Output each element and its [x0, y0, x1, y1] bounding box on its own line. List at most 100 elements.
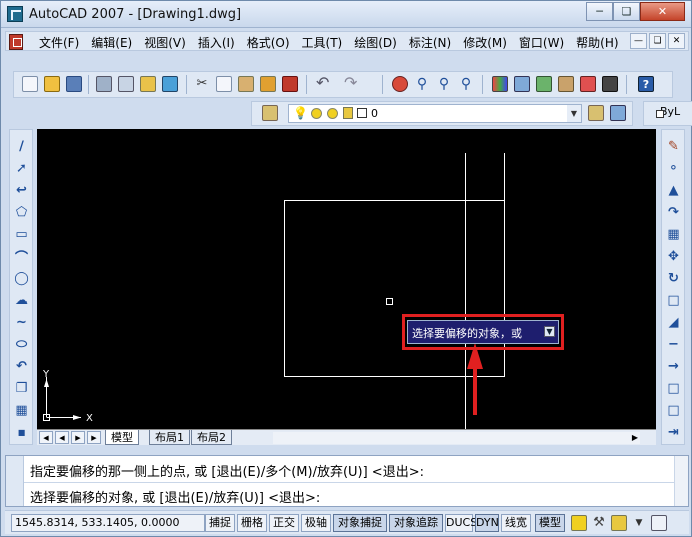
menu-format[interactable]: 格式(O)	[247, 34, 290, 51]
publish-icon[interactable]	[140, 76, 156, 92]
print-icon[interactable]	[96, 76, 112, 92]
ellipse-arc-icon[interactable]: ↶	[13, 358, 30, 375]
redo-icon[interactable]: ↷	[344, 75, 360, 91]
color-dropdown[interactable]: ByL	[654, 105, 680, 118]
menu-insert[interactable]: 插入(I)	[198, 34, 235, 51]
command-prompt-line[interactable]: 选择要偏移的对象, 或 [退出(E)/放弃(U)] <退出>:	[30, 487, 320, 506]
make-block-icon[interactable]: ▦	[13, 402, 30, 419]
grid-toggle[interactable]: 栅格	[237, 514, 267, 532]
menu-modify[interactable]: 修改(M)	[463, 34, 507, 51]
save-icon[interactable]	[66, 76, 82, 92]
design-center-icon[interactable]	[514, 76, 530, 92]
extend-icon[interactable]: →	[665, 358, 682, 375]
properties-icon[interactable]	[492, 76, 508, 92]
model-toggle[interactable]: 模型	[535, 514, 565, 532]
minimize-button[interactable]: ─	[586, 2, 613, 21]
undo-icon[interactable]: ↶	[316, 75, 332, 91]
next-tab-icon[interactable]: ▶	[71, 431, 85, 444]
move-icon[interactable]: ✥	[665, 248, 682, 265]
menu-edit[interactable]: 编辑(E)	[91, 34, 132, 51]
restore-button[interactable]: ❏	[613, 2, 640, 21]
layer-dropdown[interactable]: 💡 0 ▼	[288, 104, 582, 123]
menu-tools[interactable]: 工具(T)	[302, 34, 343, 51]
point-icon[interactable]: ■	[13, 424, 30, 441]
dyn-toggle[interactable]: DYN	[475, 514, 499, 532]
last-tab-icon[interactable]: ▶	[87, 431, 101, 444]
settings-wrench-icon[interactable]: ⚒	[591, 515, 607, 531]
paste-icon[interactable]	[238, 76, 254, 92]
print-preview-icon[interactable]	[118, 76, 134, 92]
tab-layout2[interactable]: 布局2	[191, 430, 232, 445]
copy-object-icon[interactable]: ⚬	[665, 160, 682, 177]
communication-center-icon[interactable]	[571, 515, 587, 531]
otrack-toggle[interactable]: 对象追踪	[389, 514, 443, 532]
calculator-icon[interactable]	[602, 76, 618, 92]
array-icon[interactable]: ▦	[665, 226, 682, 243]
trim-icon[interactable]: −	[665, 336, 682, 353]
scroll-right-icon[interactable]: ▶	[632, 433, 638, 442]
menu-file[interactable]: 文件(F)	[39, 34, 79, 51]
command-window-grip[interactable]	[6, 456, 24, 506]
rectangle-icon[interactable]: ▭	[13, 226, 30, 243]
rotate-icon[interactable]: ↻	[665, 270, 682, 287]
first-tab-icon[interactable]: ◀	[39, 431, 53, 444]
prev-tab-icon[interactable]: ◀	[55, 431, 69, 444]
block-editor-icon[interactable]	[282, 76, 298, 92]
tab-layout1[interactable]: 布局1	[149, 430, 190, 445]
line-icon[interactable]: ∕	[13, 138, 30, 155]
doc-restore-button[interactable]: ❏	[649, 33, 666, 49]
horizontal-scrollbar[interactable]: ▶	[273, 432, 640, 444]
spline-icon[interactable]: ∼	[13, 314, 30, 331]
menu-view[interactable]: 视图(V)	[144, 34, 186, 51]
drawn-rectangle[interactable]	[284, 200, 505, 377]
publish-web-icon[interactable]	[162, 76, 178, 92]
zoom-previous-icon[interactable]: ⚲	[458, 76, 474, 92]
new-file-icon[interactable]	[22, 76, 38, 92]
cut-icon[interactable]: ✂	[194, 76, 210, 92]
offset-icon[interactable]: ↷	[665, 204, 682, 221]
zoom-realtime-icon[interactable]: ⚲	[414, 76, 430, 92]
make-current-layer-icon[interactable]	[588, 105, 604, 121]
autocad-app-icon[interactable]	[7, 6, 23, 22]
tool-palettes-icon[interactable]	[536, 76, 552, 92]
scale-icon[interactable]: □	[665, 292, 682, 309]
help-icon[interactable]: ?	[638, 76, 654, 92]
arc-icon[interactable]: ⌒	[13, 248, 30, 266]
menu-help[interactable]: 帮助(H)	[576, 34, 618, 51]
close-button[interactable]: ✕	[640, 2, 685, 21]
polar-toggle[interactable]: 极轴	[301, 514, 331, 532]
osnap-toggle[interactable]: 对象捕捉	[333, 514, 387, 532]
layer-manager-icon[interactable]	[262, 105, 278, 121]
drawing-doc-icon[interactable]	[9, 34, 23, 50]
ortho-toggle[interactable]: 正交	[269, 514, 299, 532]
markup-icon[interactable]	[580, 76, 596, 92]
status-menu-icon[interactable]: ▼	[631, 517, 647, 533]
join-icon[interactable]: □	[665, 402, 682, 419]
mirror-icon[interactable]: ▲	[665, 182, 682, 199]
menu-dimension[interactable]: 标注(N)	[409, 34, 451, 51]
coordinate-display[interactable]: 1545.8314, 533.1405, 0.0000	[11, 514, 205, 532]
sheet-set-icon[interactable]	[558, 76, 574, 92]
menu-draw[interactable]: 绘图(D)	[354, 34, 397, 51]
doc-close-button[interactable]: ✕	[668, 33, 685, 49]
tab-model[interactable]: 模型	[105, 430, 139, 445]
pan-icon[interactable]	[392, 76, 408, 92]
zoom-window-icon[interactable]: ⚲	[436, 76, 452, 92]
revision-cloud-icon[interactable]: ☁	[13, 292, 30, 309]
polygon-icon[interactable]: ⬠	[13, 204, 30, 221]
open-folder-icon[interactable]	[44, 76, 60, 92]
insert-block-icon[interactable]: ❐	[13, 380, 30, 397]
break-icon[interactable]: □	[665, 380, 682, 397]
chamfer-icon[interactable]: ⇥	[665, 424, 682, 441]
polyline-icon[interactable]: ↩	[13, 182, 30, 199]
erase-icon[interactable]: ✎	[665, 138, 682, 155]
chevron-down-icon[interactable]: ▼	[567, 105, 581, 122]
drawing-canvas[interactable]: Y X 选择要偏移的对象，或 ▼	[37, 129, 656, 431]
copy-icon[interactable]	[216, 76, 232, 92]
clean-screen-icon[interactable]	[651, 515, 667, 531]
toolbar-lock-icon[interactable]	[611, 515, 627, 531]
ellipse-icon[interactable]: ⬭	[13, 336, 30, 353]
ducs-toggle[interactable]: DUCS	[445, 514, 477, 532]
down-arrow-icon[interactable]: ▼	[544, 326, 555, 337]
stretch-icon[interactable]: ◢	[665, 314, 682, 331]
